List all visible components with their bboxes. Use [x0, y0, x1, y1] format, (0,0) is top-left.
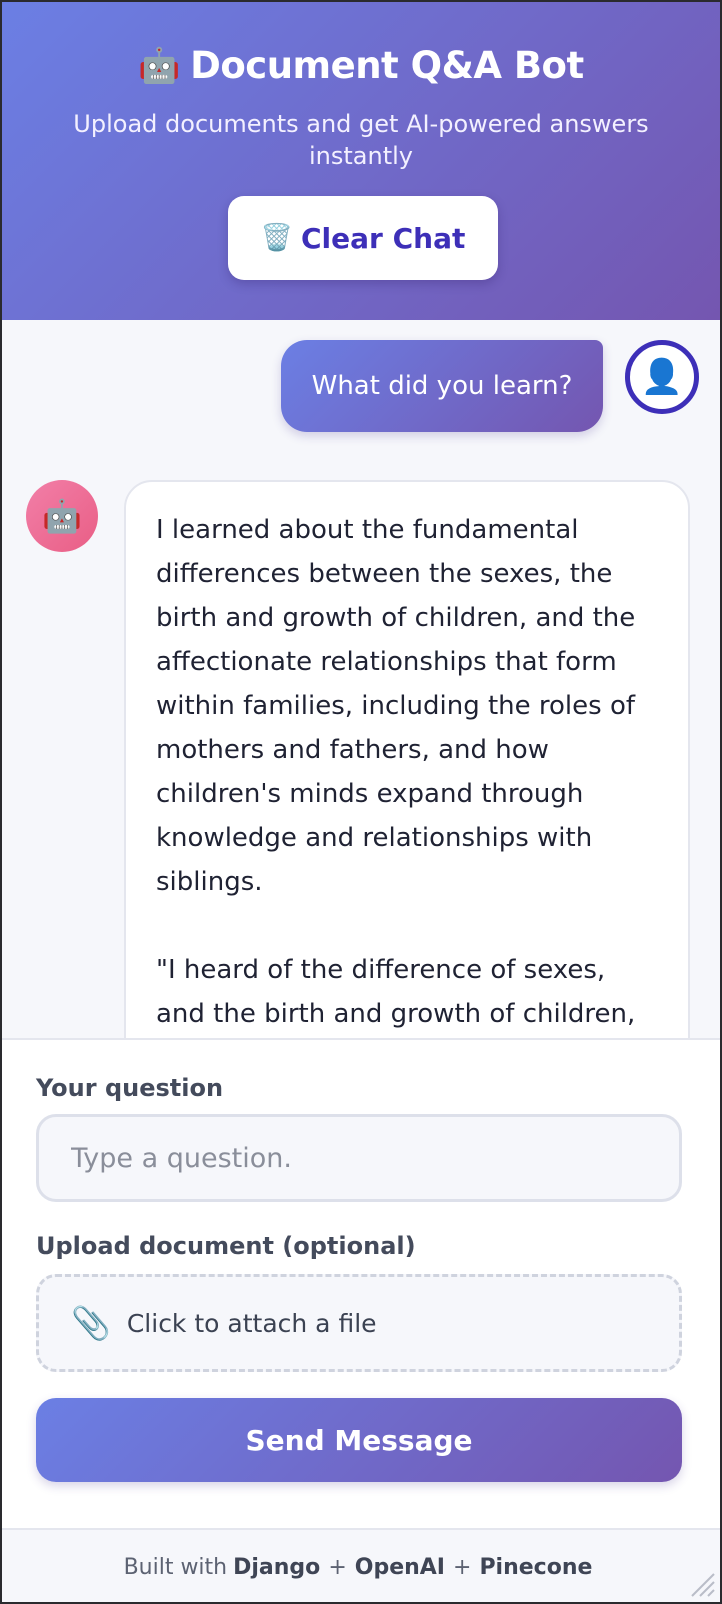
app-window: 🤖 Document Q&A Bot Upload documents and …	[2, 2, 720, 1602]
page-title-text: Document Q&A Bot	[190, 44, 584, 87]
footer-tech-openai: OpenAI	[354, 1554, 445, 1580]
question-input[interactable]	[36, 1114, 682, 1202]
footer-tech-pinecone: Pinecone	[479, 1554, 593, 1580]
trash-icon: 🗑️	[260, 223, 293, 253]
header: 🤖 Document Q&A Bot Upload documents and …	[2, 2, 720, 320]
upload-text: Click to attach a file	[126, 1308, 377, 1338]
clear-chat-button[interactable]: 🗑️ Clear Chat	[228, 196, 498, 280]
question-label: Your question	[36, 1074, 224, 1102]
user-message: What did you learn?	[281, 340, 603, 432]
input-panel: Your question Upload document (optional)…	[2, 1038, 720, 1530]
resize-handle-icon[interactable]	[688, 1570, 716, 1598]
page-title: 🤖 Document Q&A Bot	[2, 44, 720, 87]
clear-chat-label: Clear Chat	[301, 221, 466, 255]
upload-label: Upload document (optional)	[36, 1232, 416, 1260]
bot-avatar-icon: 🤖	[26, 480, 98, 552]
send-message-button[interactable]: Send Message	[36, 1398, 682, 1482]
footer-plus: +	[453, 1554, 472, 1580]
footer-tech-django: Django	[233, 1554, 321, 1580]
user-avatar-icon: 👤	[625, 340, 699, 414]
footer-plus: +	[328, 1554, 347, 1580]
bot-message: I learned about the fundamental differen…	[124, 480, 690, 1100]
chat-area[interactable]: What did you learn? 👤 🤖 I learned about …	[2, 320, 720, 1100]
page-subtitle: Upload documents and get AI-powered answ…	[73, 110, 649, 170]
file-upload-dropzone[interactable]: 📎 Click to attach a file	[36, 1274, 682, 1372]
robot-icon: 🤖	[138, 45, 181, 86]
footer-prefix: Built with	[123, 1554, 228, 1580]
footer: Built with Django + OpenAI + Pinecone	[2, 1528, 720, 1602]
paperclip-icon: 📎	[71, 1304, 111, 1342]
